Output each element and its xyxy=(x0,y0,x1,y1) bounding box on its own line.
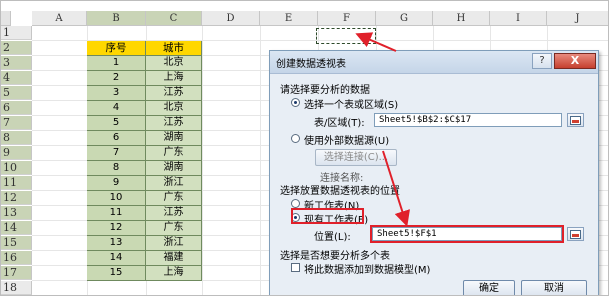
arrow-to-destination-icon xyxy=(355,32,397,52)
arrow-to-location-icon xyxy=(382,150,410,227)
excel-window: A B C D E F G H I J 1 2 3 4 5 6 7 8 9 10… xyxy=(0,0,609,296)
annotation-arrows xyxy=(355,32,410,227)
